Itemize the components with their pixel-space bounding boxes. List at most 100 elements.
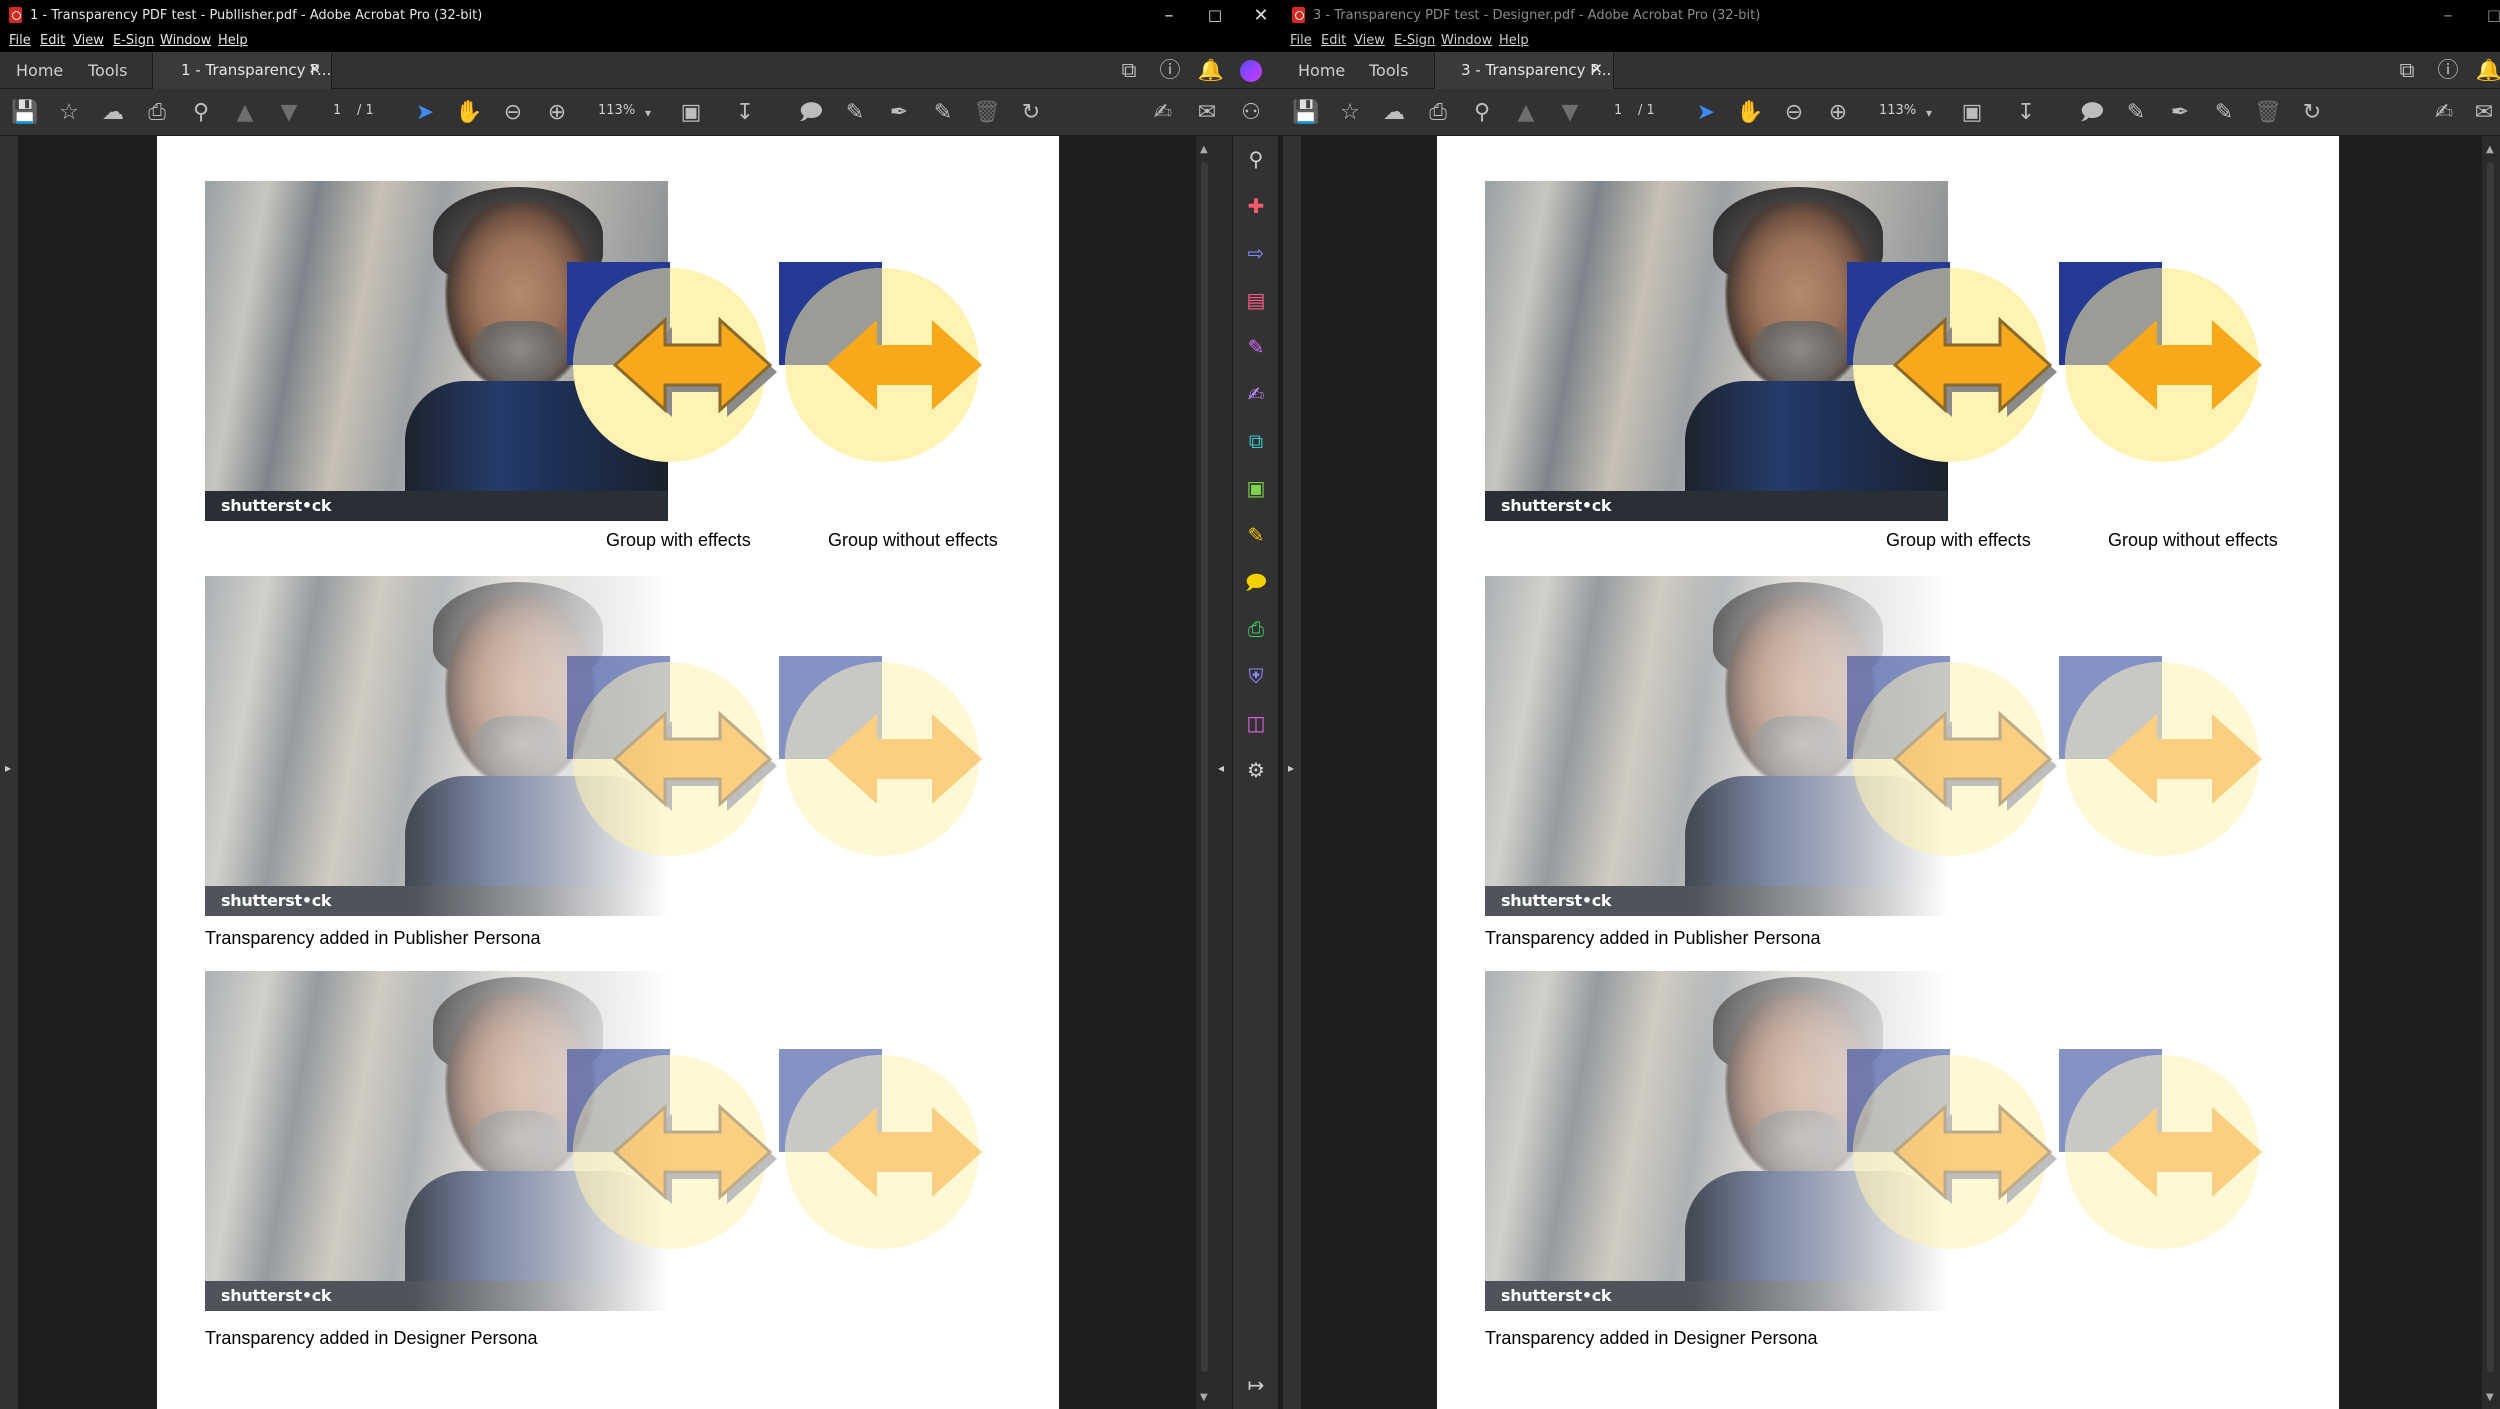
menu-edit[interactable]: Edit [40, 33, 65, 48]
comment-icon[interactable]: 🗩 [2077, 100, 2107, 126]
search-icon[interactable]: ⚲ [186, 100, 216, 126]
menu-view[interactable]: View [1354, 33, 1385, 48]
stamp-icon[interactable]: ✎ [928, 100, 958, 126]
share-user-icon[interactable]: ⚇ [1236, 100, 1266, 126]
right-pane-collapse[interactable]: ◂ [1214, 136, 1232, 1409]
page-fit-icon[interactable]: ▣ [1957, 100, 1987, 126]
page-fit-icon[interactable]: ▣ [676, 100, 706, 126]
highlight-icon[interactable]: ✎ [840, 100, 870, 126]
zoom-in-icon[interactable]: ⊕ [542, 100, 572, 126]
email-icon[interactable]: ✉ [2469, 100, 2499, 126]
sign-icon[interactable]: ✍ [2429, 100, 2459, 126]
menu-esign[interactable]: E-Sign [113, 33, 154, 48]
tab-tools[interactable]: Tools [1369, 61, 1408, 80]
tab-tools[interactable]: Tools [88, 61, 127, 80]
menu-help[interactable]: Help [1499, 33, 1529, 48]
notifications-icon[interactable]: 🔔 [1197, 57, 1225, 83]
help-icon[interactable]: ⓘ [2434, 57, 2462, 83]
scroll-down-icon[interactable]: ▼ [2486, 1392, 2494, 1403]
print-icon[interactable]: ⎙ [1423, 100, 1453, 126]
menu-esign[interactable]: E-Sign [1394, 33, 1435, 48]
menu-window[interactable]: Window [1441, 33, 1492, 48]
comment-icon[interactable]: 🗩 [1243, 569, 1269, 595]
hand-tool-icon[interactable]: ✋ [1735, 100, 1765, 126]
zoom-out-icon[interactable]: ⊖ [1779, 100, 1809, 126]
select-tool-icon[interactable]: ➤ [410, 100, 440, 126]
edit-pdf-icon[interactable]: ✎ [1243, 334, 1269, 360]
menu-window[interactable]: Window [160, 33, 211, 48]
protect-icon[interactable]: ⛨ [1243, 663, 1269, 689]
print-icon[interactable]: ⎙ [142, 100, 172, 126]
zoom-level-select[interactable]: 113% [598, 103, 635, 118]
share-screen-icon[interactable]: ⧉ [2393, 57, 2421, 83]
menu-edit[interactable]: Edit [1321, 33, 1346, 48]
page-number-input[interactable]: 1 [1614, 103, 1622, 118]
upload-cloud-icon[interactable]: ☁ [98, 100, 128, 126]
menu-file[interactable]: File [1290, 33, 1312, 48]
highlight-icon[interactable]: ✎ [2121, 100, 2151, 126]
close-tab-icon[interactable]: ✕ [1590, 60, 1603, 78]
vertical-scrollbar[interactable]: ▲ ▼ [2482, 136, 2500, 1409]
combine-files-icon[interactable]: ⧉ [1243, 428, 1269, 454]
menu-help[interactable]: Help [218, 33, 248, 48]
scan-ocr-icon[interactable]: ◫ [1243, 710, 1269, 736]
help-icon[interactable]: ⓘ [1156, 57, 1184, 83]
print-production-icon[interactable]: ⎙ [1243, 616, 1269, 642]
more-tools-icon[interactable]: ⚙ [1243, 757, 1269, 783]
draw-icon[interactable]: ✒ [2165, 100, 2195, 126]
hand-tool-icon[interactable]: ✋ [454, 100, 484, 126]
fill-sign-icon[interactable]: ✍ [1243, 381, 1269, 407]
menu-file[interactable]: File [9, 33, 31, 48]
close-tab-icon[interactable]: ✕ [308, 60, 321, 78]
comment-icon[interactable]: 🗩 [796, 100, 826, 126]
email-icon[interactable]: ✉ [1192, 100, 1222, 126]
share-screen-icon[interactable]: ⧉ [1115, 57, 1143, 83]
scroll-mode-icon[interactable]: ↧ [730, 100, 760, 126]
next-page-icon[interactable]: ▼ [1555, 100, 1585, 126]
prev-page-icon[interactable]: ▲ [1511, 100, 1541, 126]
expand-pane-icon[interactable]: ↦ [1243, 1372, 1269, 1398]
scroll-up-icon[interactable]: ▲ [1200, 144, 1208, 155]
delete-icon[interactable]: 🗑 [972, 100, 1002, 126]
expand-left-icon[interactable]: ▸ [1288, 761, 1294, 775]
rotate-icon[interactable]: ↻ [2297, 100, 2327, 126]
minimize-icon[interactable]: – [1146, 0, 1192, 31]
search-icon[interactable]: ⚲ [1467, 100, 1497, 126]
scroll-mode-icon[interactable]: ↧ [2011, 100, 2041, 126]
scroll-thumb[interactable] [1201, 162, 1208, 1372]
sign-icon[interactable]: ✍ [1148, 100, 1178, 126]
tab-home[interactable]: Home [1298, 61, 1345, 80]
create-pdf-icon[interactable]: ✚ [1243, 193, 1269, 219]
select-tool-icon[interactable]: ➤ [1691, 100, 1721, 126]
maximize-icon[interactable]: □ [2471, 0, 2500, 31]
delete-icon[interactable]: 🗑 [2253, 100, 2283, 126]
upload-cloud-icon[interactable]: ☁ [1379, 100, 1409, 126]
menu-view[interactable]: View [73, 33, 104, 48]
left-panel-toggle[interactable]: ▸ [1283, 136, 1301, 1409]
notifications-icon[interactable]: 🔔 [2475, 57, 2500, 83]
scroll-thumb[interactable] [2487, 162, 2494, 1372]
zoom-dropdown-icon[interactable]: ▾ [1914, 100, 1944, 126]
organize-pages-icon[interactable]: ▤ [1243, 287, 1269, 313]
close-icon[interactable]: ✕ [1238, 0, 1283, 31]
vertical-scrollbar[interactable]: ▲ ▼ [1196, 136, 1214, 1409]
export-pdf-icon[interactable]: ⇨ [1243, 240, 1269, 266]
save-icon[interactable]: 💾 [1291, 100, 1321, 126]
expand-left-icon[interactable]: ▸ [5, 761, 11, 775]
request-signature-icon[interactable]: ✎ [1243, 522, 1269, 548]
zoom-level-select[interactable]: 113% [1879, 103, 1916, 118]
minimize-icon[interactable]: – [2425, 0, 2471, 31]
tab-home[interactable]: Home [16, 61, 63, 80]
scroll-down-icon[interactable]: ▼ [1200, 1392, 1208, 1403]
bookmark-star-icon[interactable]: ☆ [54, 100, 84, 126]
collapse-arrow-icon[interactable]: ◂ [1218, 761, 1224, 775]
zoom-out-icon[interactable]: ⊖ [498, 100, 528, 126]
left-panel-toggle[interactable]: ▸ [0, 136, 18, 1409]
rotate-icon[interactable]: ↻ [1016, 100, 1046, 126]
zoom-in-icon[interactable]: ⊕ [1823, 100, 1853, 126]
prev-page-icon[interactable]: ▲ [230, 100, 260, 126]
zoom-icon[interactable]: ⚲ [1243, 146, 1269, 172]
save-icon[interactable]: 💾 [10, 100, 40, 126]
scroll-up-icon[interactable]: ▲ [2486, 144, 2494, 155]
tab-document[interactable]: 3 - Transparency P... ✕ [1434, 52, 1614, 90]
